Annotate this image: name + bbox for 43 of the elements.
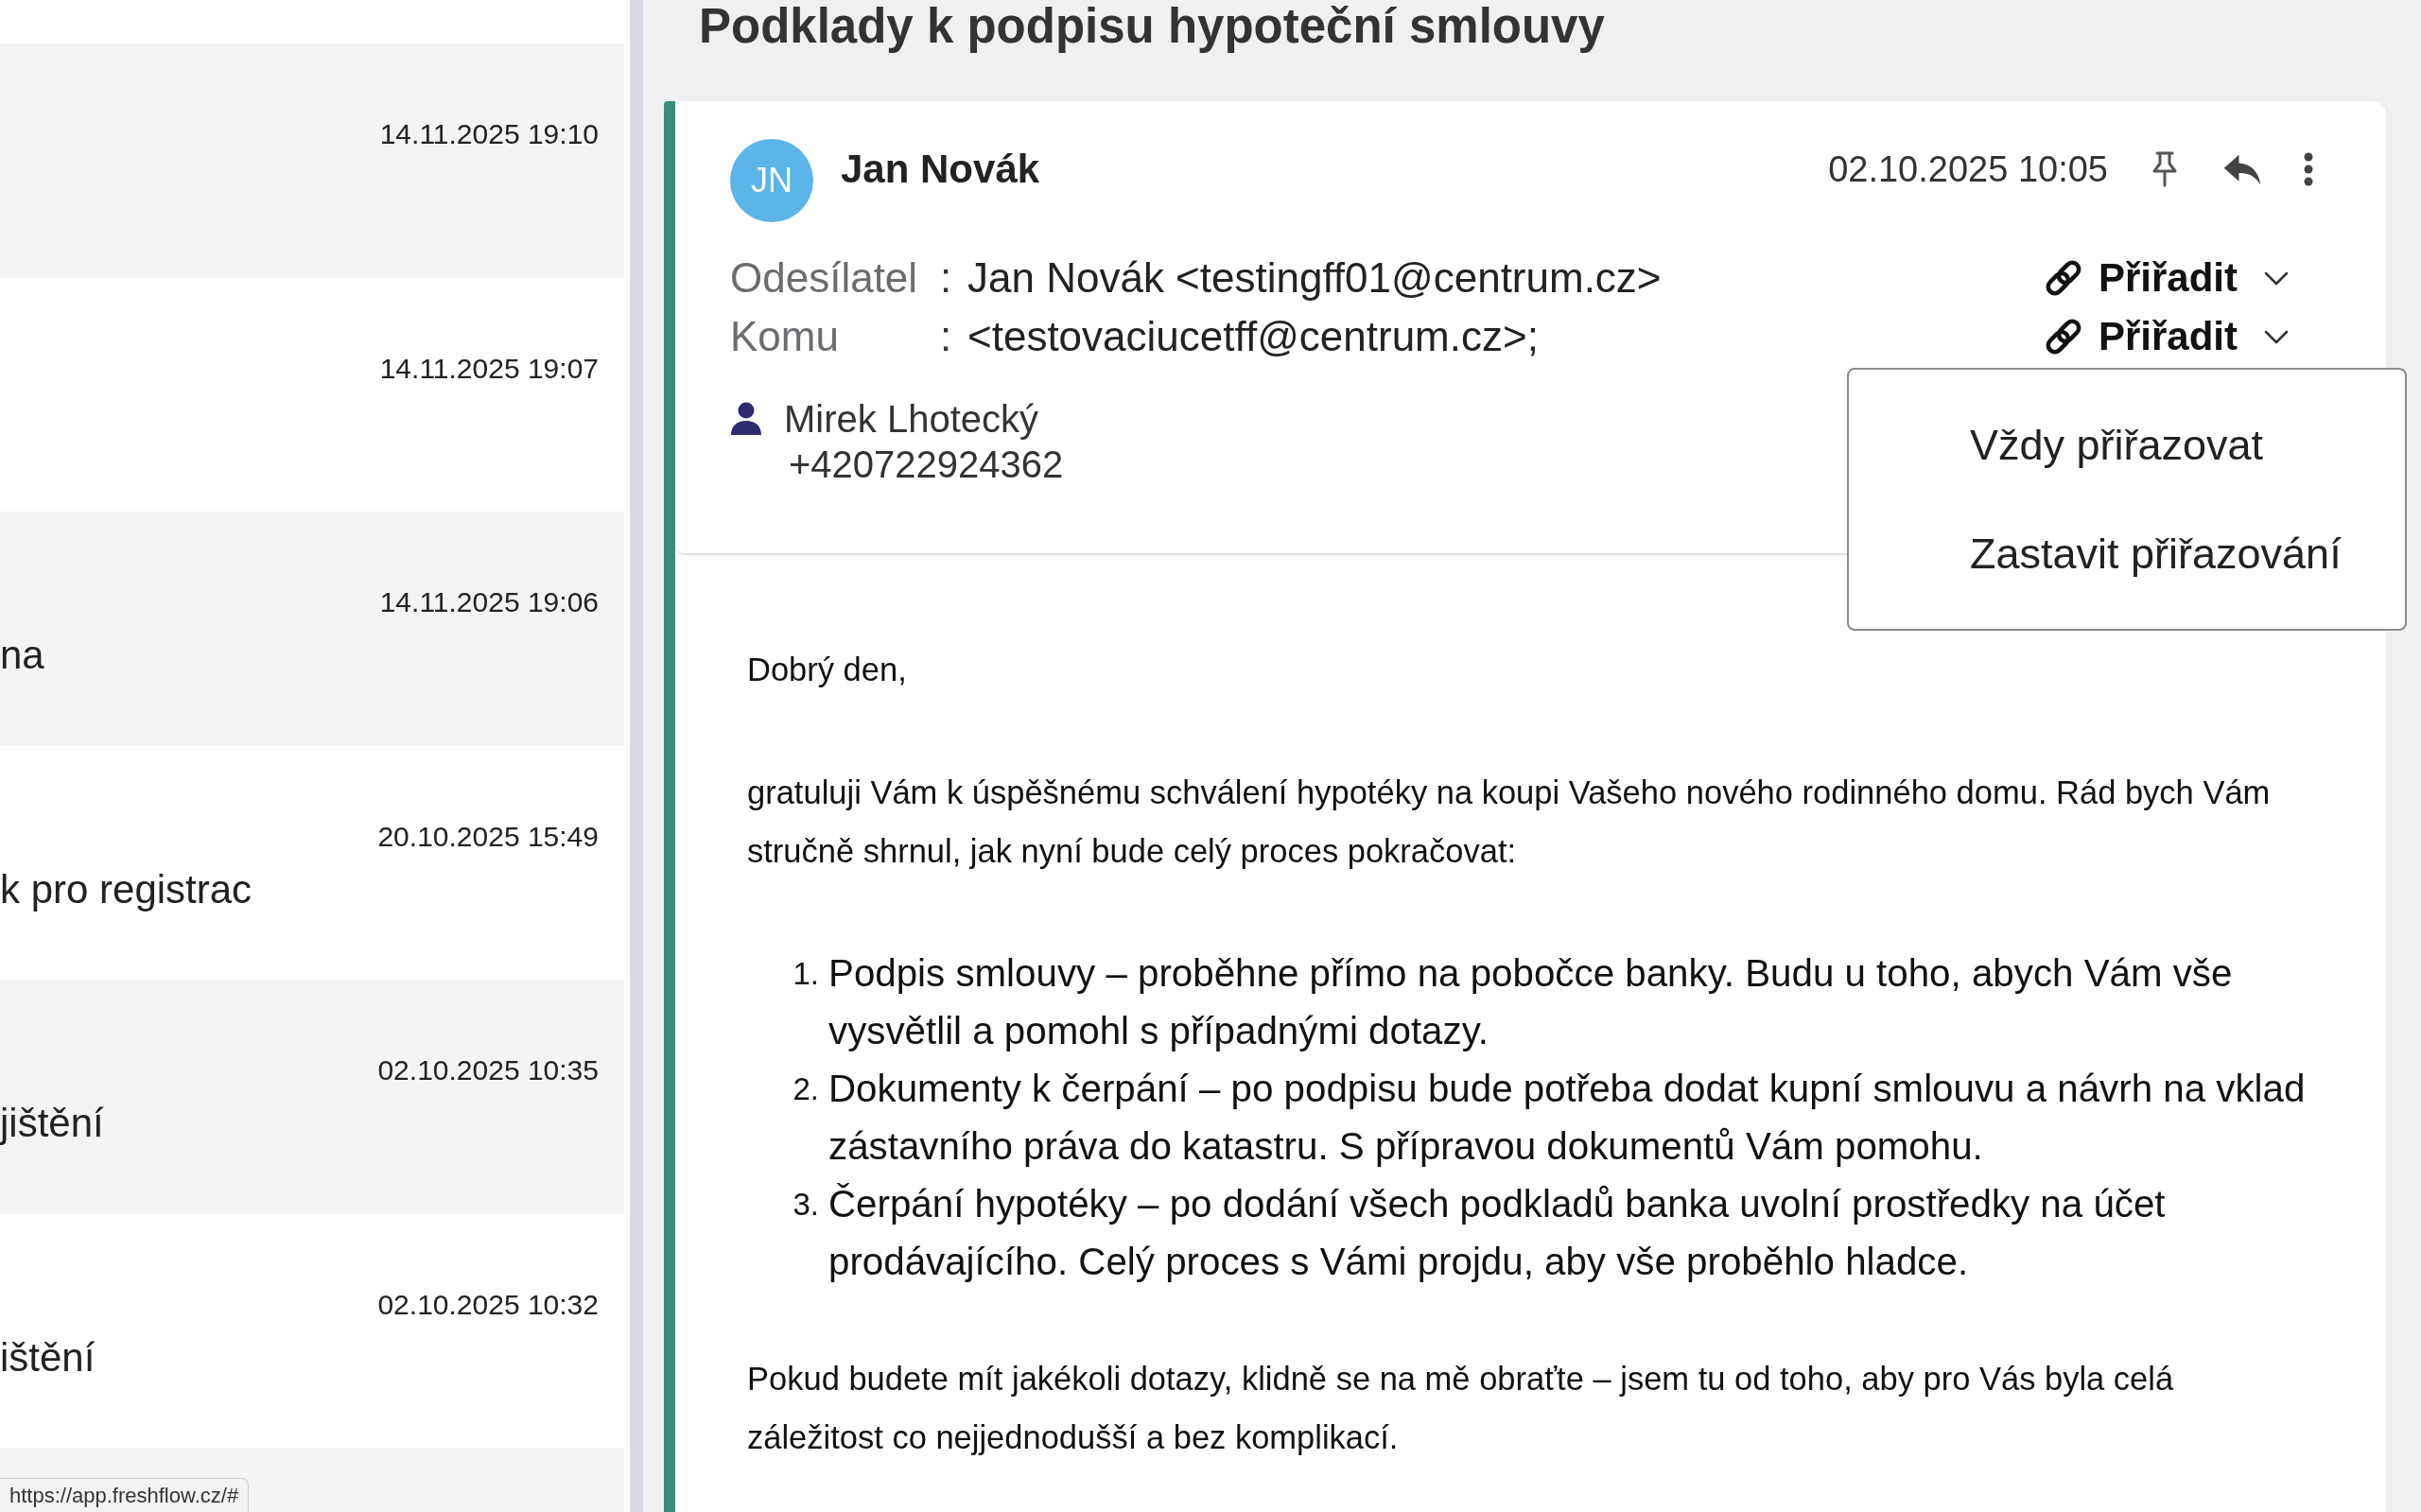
reply-icon[interactable] xyxy=(2222,152,2262,186)
list-item-text: Čerpání hypotéky – po dodání všech podkladů banka uvolní prostředky na účet prodávajícího. Celý proces s Vámi projdu, aby vše proběhlo hladce. xyxy=(828,1182,2167,1285)
assign-button[interactable]: Přiřadit xyxy=(2041,254,2289,302)
message-subject: na xyxy=(0,634,44,676)
message-date: 02.10.2025 10:35 xyxy=(377,1053,599,1087)
more-icon[interactable] xyxy=(2304,152,2313,186)
message-date: 14.11.2025 19:07 xyxy=(379,351,599,386)
list-item-text: Dokumenty k čerpání – po podpisu bude potřeba dodat kupní smlouvu a návrh na vklad zástavního práva do katastru. S přípravou dokumentů Vám pomohu. xyxy=(828,1067,2307,1170)
status-bar-url: https://app.freshflow.cz/# xyxy=(0,1478,250,1512)
message-title: Podklady k podpisu hypoteční smlouvy xyxy=(699,0,1605,53)
person-icon xyxy=(730,402,762,436)
email-paragraph: Dobrý den, xyxy=(747,651,908,689)
message-date: 02.10.2025 10:05 xyxy=(1828,148,2108,190)
sender-name: Jan Novák xyxy=(841,148,1040,191)
message-list-item[interactable]: 14.11.2025 19:06 na xyxy=(0,512,624,746)
field-value: Jan Novák <testingff01@centrum.cz> xyxy=(967,254,1663,302)
message-date: 02.10.2025 10:32 xyxy=(377,1287,599,1322)
contact-phone: +420722924362 xyxy=(789,443,1064,487)
menu-item[interactable]: Vždy přiřazovat xyxy=(1849,391,2264,499)
chevron-down-icon xyxy=(2264,329,2289,344)
message-date: 20.10.2025 15:49 xyxy=(377,819,599,854)
email-paragraph: Pokud budete mít jakékoli dotazy, klidně se na mě obraťte – jsem tu od toho, aby pro Vás byla celá záležitost co nejjednodušší a bez komplikací. xyxy=(747,1360,2175,1457)
list-number: 3. xyxy=(792,1186,820,1224)
message-subject: k pro registrac xyxy=(0,868,253,911)
field-value: <testovaciucetff@centrum.cz>; xyxy=(967,313,1540,360)
email-paragraph: gratuluji Vám k úspěšnému schválení hypotéky na koupi Vašeho nového rodinného domu. Rád bych Vám stručně shrnul, jak nyní bude celý proces pokračovat: xyxy=(747,773,2272,871)
avatar: JN xyxy=(730,139,813,222)
field-label: Komu xyxy=(730,313,840,360)
chevron-down-icon xyxy=(2264,270,2289,286)
field-separator: : xyxy=(940,313,953,360)
list-item-text: Podpis smlouvy – proběhne přímo na pobočce banky. Budu u toho, abych Vám vše vysvětlil a pomohl s případnými dotazy. xyxy=(828,951,2234,1054)
message-date: 14.11.2025 19:06 xyxy=(379,585,599,619)
message-subject: ištění xyxy=(0,1336,96,1379)
menu-item[interactable]: Zastavit přiřazování xyxy=(1849,499,2342,608)
assign-button[interactable]: Přiřadit xyxy=(2041,313,2289,360)
message-list-item[interactable]: 14.11.2025 19:10 xyxy=(0,43,624,278)
pin-icon[interactable] xyxy=(2151,150,2179,188)
field-label: Odesílatel xyxy=(730,254,919,302)
list-number: 2. xyxy=(792,1070,820,1108)
message-date: 14.11.2025 19:10 xyxy=(379,117,599,151)
list-number: 1. xyxy=(792,955,820,993)
contact-name: Mirek Lhotecký xyxy=(784,397,1038,442)
field-separator: : xyxy=(940,254,953,302)
